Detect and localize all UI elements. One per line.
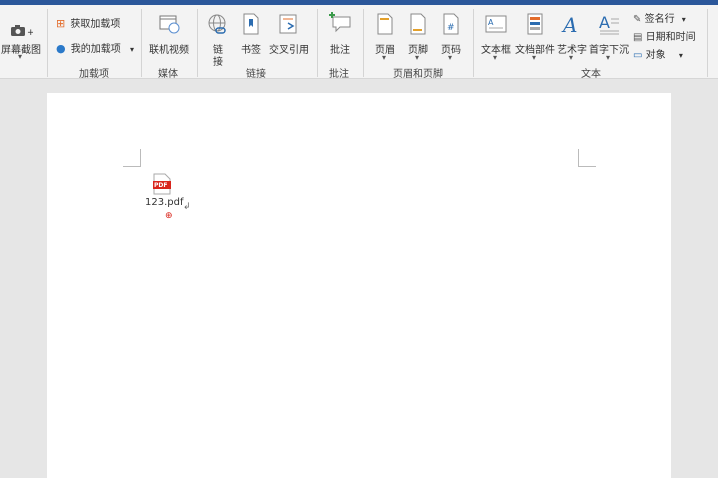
margin-corner-top-right — [578, 149, 596, 167]
quick-parts-button[interactable]: 文档部件 ▾ — [514, 9, 556, 63]
dropcap-icon: A — [599, 13, 619, 35]
chevron-down-icon: ▾ — [493, 53, 498, 62]
cross-reference-icon — [279, 14, 297, 34]
addins-group-label: 加载项 — [79, 69, 109, 80]
object-icon: ▭ — [633, 50, 643, 61]
my-addins-label: 我的加载项 — [70, 44, 121, 55]
pdf-badge: PDF — [154, 182, 168, 189]
chevron-down-icon: ▾ — [606, 53, 611, 62]
chevron-down-icon: ▾ — [415, 53, 420, 62]
svg-text:A: A — [488, 18, 494, 27]
new-comment-button[interactable]: 批注 — [322, 9, 358, 61]
footer-icon — [410, 13, 426, 35]
chevron-down-icon: ▾ — [678, 51, 683, 60]
comment-icon — [329, 12, 351, 33]
dropcap-button[interactable]: A 首字下沉 ▾ — [588, 9, 630, 63]
attachment-filename: 123.pdf — [145, 197, 184, 208]
bookmark-label: 书签 — [241, 45, 261, 56]
ribbon-insert-tab: + 屏幕截图 ▾ ⊞ 获取加载项 ● 我的加载项 ▾ 加载项 联机视频 媒体 链 — [0, 5, 718, 80]
get-addins-label: 获取加载项 — [70, 19, 121, 30]
bookmark-button[interactable]: 书签 — [236, 9, 266, 61]
text-cursor-icon: ↲ — [183, 202, 191, 212]
object-label: 对象 — [645, 50, 666, 61]
page-number-icon: # — [443, 13, 459, 35]
text-group-label: 文本 — [581, 69, 601, 80]
link-globe-icon — [208, 14, 226, 34]
signature-line-button[interactable]: ✎ 签名行 ▾ — [633, 10, 686, 25]
wordart-button[interactable]: A 艺术字 ▾ — [556, 9, 588, 63]
date-time-label: 日期和时间 — [645, 32, 696, 43]
header-footer-group-label: 页眉和页脚 — [393, 69, 443, 80]
my-addins-button[interactable]: ● 我的加载项 ▾ — [56, 40, 134, 55]
comments-group-label: 批注 — [329, 69, 349, 80]
pdf-attachment[interactable]: PDF 123.pdf ↲ ⊕ — [143, 173, 193, 227]
bookmark-icon — [243, 13, 259, 35]
online-video-label: 联机视频 — [149, 45, 189, 56]
anchor-icon: ⊕ — [165, 211, 173, 221]
online-video-button[interactable]: 联机视频 — [146, 9, 192, 61]
comment-label: 批注 — [330, 45, 350, 56]
footer-button[interactable]: 页脚 ▾ — [403, 9, 433, 63]
links-group-label: 链接 — [246, 69, 266, 80]
get-addins-button[interactable]: ⊞ 获取加载项 — [56, 15, 120, 30]
textbox-icon: A — [485, 15, 507, 33]
object-button[interactable]: ▭ 对象 ▾ — [633, 46, 683, 61]
chevron-down-icon: ▾ — [129, 45, 134, 54]
svg-text:+: + — [27, 28, 33, 37]
margin-corner-top-left — [123, 149, 141, 167]
calendar-icon: ▤ — [633, 32, 643, 43]
document-page[interactable]: PDF 123.pdf ↲ ⊕ — [47, 93, 671, 478]
chevron-down-icon: ▾ — [532, 53, 537, 62]
svg-text:A: A — [561, 13, 577, 35]
media-group-label: 媒体 — [158, 69, 178, 80]
svg-text:A: A — [599, 13, 610, 32]
chevron-down-icon: ▾ — [18, 52, 23, 61]
wordart-icon: A — [561, 13, 577, 35]
textbox-button[interactable]: A 文本框 ▾ — [478, 9, 514, 63]
header-button[interactable]: 页眉 ▾ — [370, 9, 400, 63]
page-number-button[interactable]: # 页码 ▾ — [436, 9, 466, 63]
chevron-down-icon: ▾ — [569, 53, 574, 62]
online-video-icon — [159, 15, 180, 34]
cross-reference-label: 交叉引用 — [269, 45, 309, 56]
store-icon: ⊞ — [56, 17, 66, 30]
date-time-button[interactable]: ▤ 日期和时间 — [633, 28, 696, 43]
chevron-down-icon: ▾ — [681, 15, 686, 24]
link-button[interactable]: 链 接 — [204, 9, 232, 68]
svg-text:#: # — [447, 23, 455, 33]
group-separator — [707, 9, 708, 77]
camera-icon: + — [11, 25, 33, 37]
quick-parts-icon — [527, 13, 543, 35]
screenshot-button[interactable]: + 屏幕截图 ▾ — [0, 9, 44, 61]
chevron-down-icon: ▾ — [448, 53, 453, 62]
cross-reference-button[interactable]: 交叉引用 — [268, 9, 310, 61]
puzzle-icon: ● — [56, 42, 66, 55]
signature-line-label: 签名行 — [644, 14, 675, 25]
header-icon — [377, 13, 393, 35]
chevron-down-icon: ▾ — [382, 53, 387, 62]
signature-icon: ✎ — [633, 14, 642, 25]
